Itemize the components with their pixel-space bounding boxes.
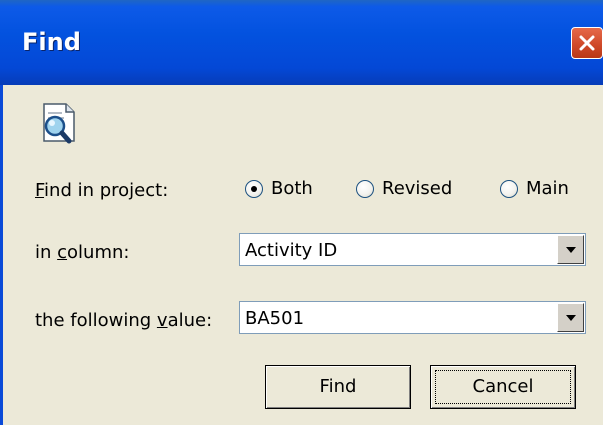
following-value-label: the following value: bbox=[35, 310, 213, 331]
radio-indicator[interactable] bbox=[500, 179, 518, 198]
close-icon bbox=[579, 35, 595, 51]
column-dropdown-button[interactable] bbox=[557, 235, 584, 264]
radio-main-label: Main bbox=[526, 178, 569, 199]
close-button[interactable] bbox=[571, 27, 603, 59]
radio-both-label: Both bbox=[271, 178, 313, 199]
find-button[interactable]: Find bbox=[265, 365, 411, 409]
window-title: Find bbox=[22, 28, 81, 56]
find-button-label: Find bbox=[319, 376, 357, 397]
radio-indicator-selected[interactable] bbox=[245, 179, 263, 198]
column-combobox-value: Activity ID bbox=[245, 240, 338, 261]
value-dropdown-button[interactable] bbox=[557, 303, 584, 332]
radio-revised-label: Revised bbox=[382, 178, 453, 199]
column-combobox[interactable]: Activity ID bbox=[239, 233, 586, 266]
value-combobox-value: BA501 bbox=[245, 308, 305, 329]
cancel-button[interactable]: Cancel bbox=[430, 365, 576, 409]
in-column-label: in column: bbox=[35, 242, 130, 263]
find-in-project-label: Find in project: bbox=[35, 180, 169, 201]
radio-revised[interactable]: Revised bbox=[356, 178, 452, 199]
chevron-down-icon bbox=[566, 315, 576, 321]
value-combobox[interactable]: BA501 bbox=[239, 301, 586, 334]
chevron-down-icon bbox=[566, 247, 576, 253]
find-document-icon bbox=[43, 103, 75, 144]
radio-indicator[interactable] bbox=[356, 179, 374, 198]
title-bar[interactable]: Find bbox=[0, 0, 603, 85]
cancel-button-label: Cancel bbox=[472, 376, 534, 397]
radio-main[interactable]: Main bbox=[500, 178, 569, 199]
radio-both[interactable]: Both bbox=[245, 178, 313, 199]
